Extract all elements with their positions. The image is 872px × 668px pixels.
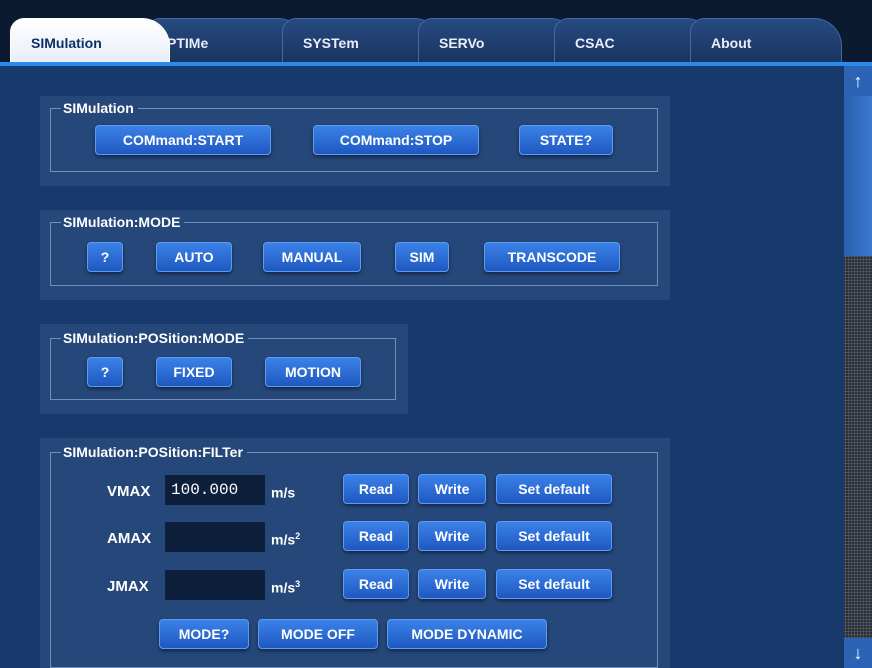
simulation-mode-fieldset: SIMulation:MODE ? AUTO MANUAL SIM TRANSC… <box>50 214 658 286</box>
vmax-write-button[interactable]: Write <box>418 474 486 504</box>
position-mode-fieldset: SIMulation:POSition:MODE ? FIXED MOTION <box>50 330 396 400</box>
vmax-set-default-button[interactable]: Set default <box>496 474 612 504</box>
position-mode-panel: SIMulation:POSition:MODE ? FIXED MOTION <box>40 324 408 414</box>
mode-manual-button[interactable]: MANUAL <box>263 242 361 272</box>
tab-bar: SIMulation PTIMe SYSTem SERVo CSAC About <box>0 0 872 66</box>
jmax-set-default-button[interactable]: Set default <box>496 569 612 599</box>
position-filter-panel: SIMulation:POSition:FILTer VMAX m/s Read… <box>40 438 670 668</box>
scroll-down-arrow-icon[interactable]: ↓ <box>844 638 872 668</box>
simulation-fieldset: SIMulation COMmand:START COMmand:STOP ST… <box>50 100 658 172</box>
scrollbar-thumb[interactable] <box>844 96 872 256</box>
vmax-read-button[interactable]: Read <box>343 474 409 504</box>
jmax-label: JMAX <box>107 578 149 595</box>
amax-unit-text: m/s <box>271 531 296 548</box>
position-filter-fieldset: SIMulation:POSition:FILTer VMAX m/s Read… <box>50 444 658 668</box>
tab-simulation[interactable]: SIMulation <box>10 18 170 62</box>
vertical-scrollbar[interactable]: ↑ ↓ <box>844 66 872 668</box>
mode-auto-button[interactable]: AUTO <box>156 242 232 272</box>
position-mode-motion-button[interactable]: MOTION <box>265 357 361 387</box>
position-mode-query-button[interactable]: ? <box>87 357 123 387</box>
amax-set-default-button[interactable]: Set default <box>496 521 612 551</box>
jmax-write-button[interactable]: Write <box>418 569 486 599</box>
amax-label: AMAX <box>107 530 152 547</box>
scroll-up-arrow-icon[interactable]: ↑ <box>844 66 872 96</box>
amax-unit: m/s2 <box>271 531 300 548</box>
mode-query-button[interactable]: ? <box>87 242 123 272</box>
mode-transcode-button[interactable]: TRANSCODE <box>484 242 620 272</box>
jmax-unit-text: m/s <box>271 579 296 596</box>
simulation-legend: SIMulation <box>61 100 138 116</box>
filter-mode-query-button[interactable]: MODE? <box>159 619 249 649</box>
command-stop-button[interactable]: COMmand:STOP <box>313 125 479 155</box>
amax-unit-exponent: 2 <box>295 531 301 541</box>
vmax-unit-text: m/s <box>271 484 296 501</box>
amax-read-button[interactable]: Read <box>343 521 409 551</box>
position-mode-fixed-button[interactable]: FIXED <box>156 357 232 387</box>
position-filter-legend: SIMulation:POSition:FILTer <box>61 444 247 460</box>
jmax-input[interactable] <box>165 570 265 600</box>
state-query-button[interactable]: STATE? <box>519 125 613 155</box>
filter-mode-off-button[interactable]: MODE OFF <box>258 619 378 649</box>
mode-sim-button[interactable]: SIM <box>395 242 449 272</box>
amax-write-button[interactable]: Write <box>418 521 486 551</box>
vmax-input[interactable] <box>165 475 265 505</box>
simulation-panel: SIMulation COMmand:START COMmand:STOP ST… <box>40 96 670 186</box>
command-start-button[interactable]: COMmand:START <box>95 125 271 155</box>
jmax-unit: m/s3 <box>271 579 300 596</box>
vmax-unit: m/s <box>271 484 295 501</box>
vmax-label: VMAX <box>107 483 151 500</box>
amax-input[interactable] <box>165 522 265 552</box>
filter-mode-dynamic-button[interactable]: MODE DYNAMIC <box>387 619 547 649</box>
simulation-mode-legend: SIMulation:MODE <box>61 214 185 230</box>
jmax-read-button[interactable]: Read <box>343 569 409 599</box>
jmax-unit-exponent: 3 <box>295 579 301 589</box>
position-mode-legend: SIMulation:POSition:MODE <box>61 330 249 346</box>
simulation-mode-panel: SIMulation:MODE ? AUTO MANUAL SIM TRANSC… <box>40 210 670 300</box>
tab-about[interactable]: About <box>690 18 842 62</box>
